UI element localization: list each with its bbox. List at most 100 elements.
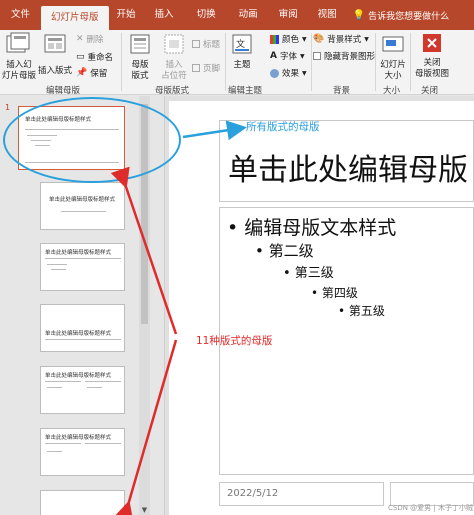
slide-size-label-1: 幻灯片 [380, 60, 406, 70]
date-text: 2022/5/12 [227, 488, 279, 499]
group-separator [375, 33, 376, 91]
group-separator [410, 33, 411, 91]
checkbox-icon [192, 40, 200, 48]
close-icon [423, 34, 441, 52]
background-styles-label: 背景样式 [327, 35, 362, 45]
insert-slide-master-icon [6, 32, 30, 53]
scroll-down-arrow-icon[interactable]: ▼ [139, 506, 150, 515]
preserve-button[interactable]: 📌 保留 [76, 67, 107, 79]
tab-animations[interactable]: 动画 [228, 0, 269, 30]
bullet-level-4: • 第四级 [311, 286, 358, 300]
colors-button[interactable]: 颜色 ▼ [270, 33, 307, 45]
font-icon: A [270, 51, 277, 61]
thumbnail-line [61, 211, 106, 212]
title-checkbox[interactable]: 标题 [192, 38, 220, 50]
tab-review[interactable]: 审阅 [269, 0, 308, 30]
bullet-level-2: • 第二级 [255, 242, 314, 260]
slide-size-label-2: 大小 [384, 71, 402, 81]
color-palette-icon [270, 34, 279, 44]
thumbnail-line [51, 269, 66, 270]
insert-placeholder-label-1: 插入 [165, 60, 183, 70]
hide-background-label: 隐藏背景图形 [324, 52, 376, 62]
footer-checkbox-label: 页脚 [203, 64, 221, 74]
checkbox-icon [313, 52, 321, 60]
bullet-level-1: • 编辑母版文本样式 [227, 217, 397, 239]
close-label-1: 关闭 [423, 58, 441, 68]
thumbnail-line [47, 387, 62, 388]
tell-me-search[interactable]: 💡 告诉我您想要做什么 [353, 9, 449, 22]
rename-button[interactable]: ▭ 重命名 [76, 51, 113, 63]
thumbnail-line [45, 381, 81, 382]
group-label-master-layout: 母版版式 [155, 86, 190, 96]
effects-label: 效果 [282, 69, 300, 79]
slide-number: 1 [5, 103, 11, 112]
lightbulb-icon: 💡 [352, 9, 366, 21]
thumbnail-line [45, 258, 121, 259]
footer-checkbox[interactable]: 页脚 [192, 62, 220, 74]
tell-me-text: 告诉我您想要做什么 [368, 11, 450, 22]
themes-button[interactable]: 文 主题 [229, 32, 255, 71]
tab-view[interactable]: 视图 [308, 0, 347, 30]
insert-layout-button[interactable]: 插入版式 [38, 32, 72, 77]
checkbox-icon [192, 64, 200, 72]
pin-icon: 📌 [76, 68, 88, 78]
chevron-down-icon: ▼ [364, 35, 369, 43]
group-label-edit-master: 编辑母版 [46, 86, 81, 96]
preserve-label: 保留 [90, 69, 108, 79]
insert-placeholder-icon [164, 34, 184, 54]
delete-label: 删除 [86, 35, 104, 45]
group-separator [225, 33, 226, 91]
thumbnail-line [85, 443, 121, 444]
title-checkbox-label: 标题 [203, 40, 221, 50]
effects-icon [270, 68, 279, 78]
layout-thumbnail[interactable]: 单击此处编辑母版标题样式 [40, 243, 125, 291]
layouts-annotation-label: 11种版式的母版 [196, 335, 273, 347]
themes-icon: 文 [232, 34, 252, 54]
layout-thumbnail[interactable]: 单击此处编辑母版标题样式 [40, 304, 125, 352]
insert-slide-master-label-1: 插入幻 [6, 60, 32, 70]
tab-slide-master[interactable]: 幻灯片母版 [41, 6, 109, 30]
tab-home[interactable]: 开始 [109, 0, 144, 30]
colors-label: 颜色 [282, 35, 300, 45]
insert-placeholder-label-2: 占位符 [161, 71, 187, 81]
bullet-level-5: • 第五级 [338, 304, 385, 318]
layout-thumbnail[interactable] [40, 490, 125, 515]
layout-thumbnail[interactable]: 单击此处编辑母版标题样式 [40, 366, 125, 414]
thumbnail-title: 单击此处编辑母版标题样式 [45, 331, 112, 337]
hide-background-checkbox[interactable]: 隐藏背景图形 [313, 50, 375, 62]
close-master-view-button[interactable]: 关闭 母版视图 [412, 32, 452, 80]
thumbnail-line [45, 443, 81, 444]
group-label-background: 背景 [333, 86, 351, 96]
tab-transitions[interactable]: 切换 [185, 0, 228, 30]
slide-title: 单击此处编辑母版 [228, 153, 468, 188]
effects-button[interactable]: 效果 ▼ [270, 67, 307, 79]
group-label-size: 大小 [383, 86, 401, 96]
ribbon-tab-bar: 文件 幻灯片母版 开始 插入 切换 动画 审阅 视图 💡 告诉我您想要做什么 [0, 0, 474, 30]
tab-file[interactable]: 文件 [0, 0, 41, 30]
chevron-down-icon: ▼ [302, 35, 307, 43]
delete-button[interactable]: ✕ 删除 [76, 33, 104, 45]
watermark: CSDN @爱男 | 木子丁小贼 [388, 504, 473, 512]
thumbnail-line [87, 387, 102, 388]
themes-label: 主题 [233, 60, 251, 70]
tab-insert[interactable]: 插入 [144, 0, 185, 30]
master-layout-button[interactable]: 母版 版式 [125, 32, 155, 82]
rename-label: 重命名 [87, 53, 114, 63]
layout-thumbnail[interactable]: 单击此处编辑母版标题样式 [40, 428, 125, 476]
thumbnail-line [85, 381, 121, 382]
layout-thumbnail[interactable]: 单击此处编辑母版标题样式 [40, 182, 125, 230]
master-layout-icon [130, 34, 150, 54]
insert-slide-master-button[interactable]: 插入幻 灯片母版 [2, 32, 36, 82]
insert-placeholder-button[interactable]: 插入 占位符 [157, 32, 191, 82]
background-styles-button[interactable]: 🎨 背景样式 ▼ [313, 33, 369, 45]
thumbnail-line [45, 339, 121, 340]
slide-size-button[interactable]: 幻灯片 大小 [378, 32, 408, 82]
group-separator [121, 33, 122, 91]
chevron-down-icon: ▼ [299, 52, 305, 60]
thumbnail-line [47, 451, 62, 452]
insert-slide-master-label-2: 灯片母版 [2, 71, 37, 81]
fonts-button[interactable]: A 字体 ▼ [270, 50, 305, 62]
rename-icon: ▭ [76, 52, 85, 62]
insert-layout-icon [44, 34, 66, 53]
thumbnail-title: 单击此处编辑母版标题样式 [45, 435, 112, 441]
